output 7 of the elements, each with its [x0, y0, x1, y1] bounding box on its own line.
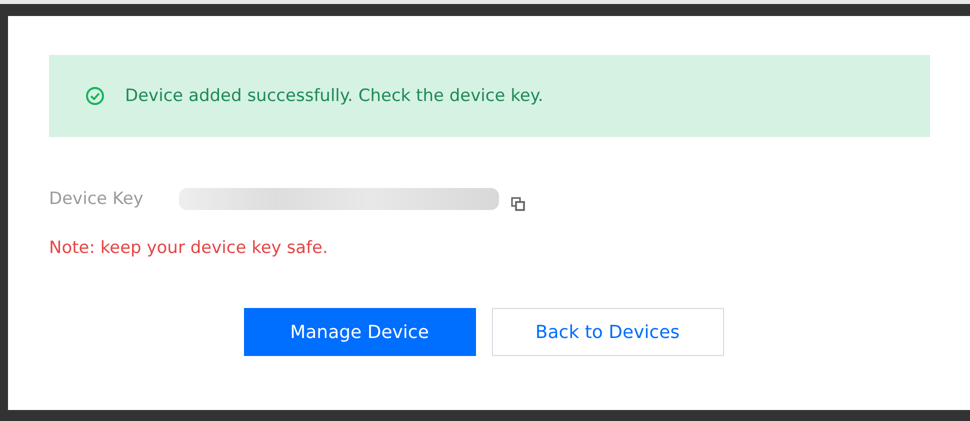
manage-device-button[interactable]: Manage Device — [244, 308, 476, 356]
check-circle-icon — [85, 86, 105, 106]
alert-message: Device added successfully. Check the device key. — [125, 86, 544, 106]
back-button[interactable]: Back to Devices — [492, 308, 724, 356]
warning-note: Note: keep your device key safe. — [49, 238, 329, 258]
copy-icon[interactable] — [511, 197, 525, 211]
device-key-label: Device Key — [49, 189, 144, 209]
